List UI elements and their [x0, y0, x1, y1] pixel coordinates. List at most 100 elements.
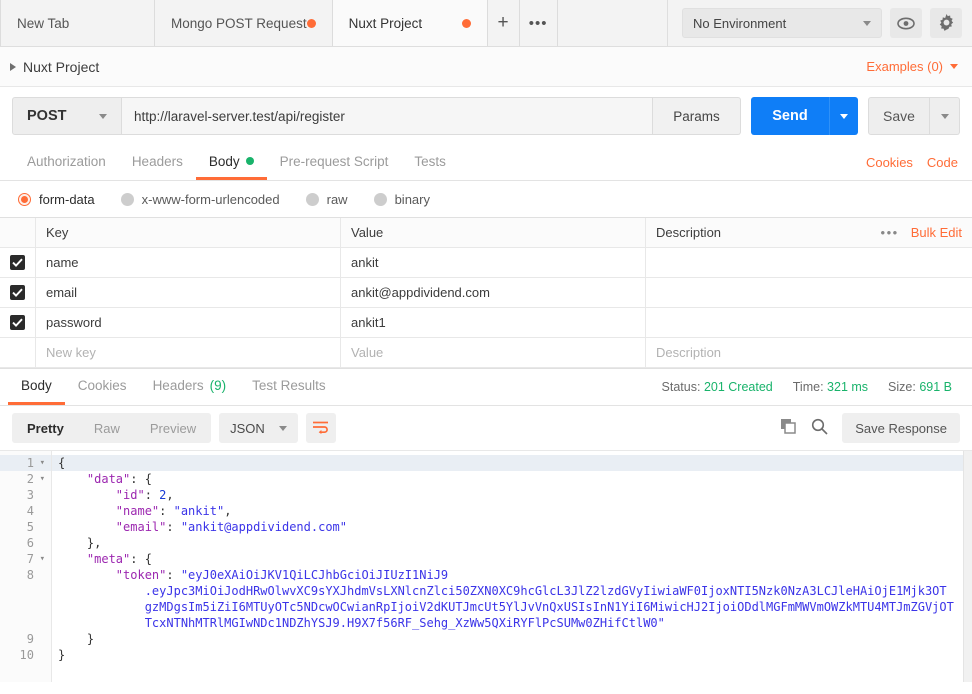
tab-label: Pre-request Script [279, 153, 389, 169]
tab-label: Mongo POST Request [171, 15, 307, 31]
tab-headers[interactable]: Headers [119, 145, 196, 180]
tab-label: Cookies [77, 377, 127, 393]
code-line: "token": "eyJ0eXAiOiJKV1QiLCJhbGciOiJIUz… [115, 568, 449, 582]
fold-toggle-icon[interactable]: ▾ [38, 455, 45, 471]
search-button[interactable] [811, 418, 828, 438]
column-header-value: Value [341, 218, 646, 247]
word-wrap-icon [312, 420, 329, 437]
cookies-link[interactable]: Cookies [866, 155, 913, 170]
code-link[interactable]: Code [927, 155, 958, 170]
line-number-gutter: 1 ▾ 2 ▾ 3 4 5 6 7 ▾ 8 9 10 [0, 451, 52, 682]
row-key-input[interactable]: password [36, 308, 341, 337]
tab-tests[interactable]: Tests [401, 145, 459, 180]
column-header-description-label: Description [656, 225, 722, 240]
line-number [0, 599, 51, 615]
response-tab-body[interactable]: Body [8, 368, 65, 405]
save-button[interactable]: Save [868, 97, 930, 135]
chevron-down-icon [99, 113, 107, 119]
tab-label: Nuxt Project [348, 15, 423, 31]
status-badge: 201 Created [703, 379, 773, 394]
row-value-input[interactable]: ankit [341, 248, 646, 277]
response-meta: Status: 201 Created Time: 321 ms Size: 6… [662, 368, 964, 405]
send-options-button[interactable] [829, 97, 858, 135]
response-viewer-toolbar: Pretty Raw Preview JSON Save Response [0, 406, 972, 450]
line-number: 1 ▾ [0, 455, 51, 471]
response-tab-cookies[interactable]: Cookies [65, 368, 140, 405]
response-body-viewer[interactable]: 1 ▾ 2 ▾ 3 4 5 6 7 ▾ 8 9 10 { "data": { "id": 2, "nam… [0, 450, 972, 682]
new-row-description-input[interactable]: Description [646, 338, 972, 367]
radio-unselected-icon [305, 192, 319, 206]
row-description-input[interactable] [646, 248, 972, 277]
tab-label: Headers [152, 377, 204, 393]
response-tab-headers[interactable]: Headers (9) [140, 368, 240, 405]
fold-toggle-icon[interactable]: ▾ [38, 551, 45, 567]
tab-authorization[interactable]: Authorization [14, 145, 119, 180]
environment-value: No Environment [693, 15, 787, 31]
expand-arrow-icon[interactable] [10, 62, 16, 71]
save-response-button[interactable]: Save Response [842, 413, 960, 443]
gear-icon [937, 13, 956, 33]
row-checkbox[interactable] [10, 285, 25, 300]
response-format-select[interactable]: JSON [219, 413, 298, 443]
row-description-input[interactable] [646, 308, 972, 337]
tab-nuxt-project[interactable]: Nuxt Project [332, 0, 488, 46]
body-type-form-data[interactable]: form-data [18, 192, 95, 207]
new-row-key-input[interactable]: New key [36, 338, 341, 367]
word-wrap-button[interactable] [305, 413, 336, 443]
view-mode-pretty[interactable]: Pretty [12, 413, 79, 443]
settings-button[interactable] [930, 8, 962, 38]
time-label: Time: [792, 379, 824, 394]
row-checkbox[interactable] [10, 315, 25, 330]
body-type-binary[interactable]: binary [373, 192, 430, 207]
environment-select[interactable]: No Environment [682, 8, 882, 38]
breadcrumb: Nuxt Project Examples (0) [0, 47, 972, 87]
save-options-button[interactable] [930, 97, 960, 135]
code-line: "id": 2, [115, 488, 174, 502]
chevron-down-icon [940, 113, 949, 119]
row-check-cell [0, 278, 36, 307]
code-line: "meta": { [86, 552, 152, 566]
code-line: { [52, 455, 972, 471]
radio-label: raw [326, 191, 348, 207]
body-type-raw[interactable]: raw [305, 191, 348, 207]
fold-toggle-icon[interactable]: ▾ [38, 471, 45, 487]
response-tab-test-results[interactable]: Test Results [239, 368, 339, 405]
tab-pre-request-script[interactable]: Pre-request Script [267, 145, 402, 180]
tab-mongo-post-request[interactable]: Mongo POST Request [155, 0, 333, 46]
view-mode-preview[interactable]: Preview [135, 413, 211, 443]
row-checkbox[interactable] [10, 255, 25, 270]
tab-overflow-menu-button[interactable]: ••• [519, 0, 558, 46]
view-mode-raw[interactable]: Raw [79, 413, 135, 443]
response-body-code[interactable]: { "data": { "id": 2, "name": "ankit", "e… [52, 451, 972, 682]
response-actions: Save Response [780, 413, 960, 443]
request-links: Cookies Code [866, 145, 958, 180]
row-value-input[interactable]: ankit@appdividend.com [341, 278, 646, 307]
body-present-dot-icon [245, 157, 254, 165]
params-button[interactable]: Params [653, 97, 741, 135]
tab-new-tab[interactable]: New Tab [0, 0, 155, 46]
row-key-input[interactable]: email [36, 278, 341, 307]
environment-quick-look-button[interactable] [890, 8, 922, 38]
tab-label: Test Results [252, 377, 326, 393]
body-type-x-www-form-urlencoded[interactable]: x-www-form-urlencoded [120, 192, 280, 207]
table-new-row: New key Value Description [0, 338, 972, 368]
row-key-input[interactable]: name [36, 248, 341, 277]
vertical-scrollbar[interactable] [963, 451, 972, 682]
row-description-input[interactable] [646, 278, 972, 307]
examples-dropdown[interactable]: Examples (0) [866, 59, 958, 74]
line-number: 7 ▾ [26, 551, 45, 567]
copy-icon [780, 419, 797, 438]
row-value-input[interactable]: ankit1 [341, 308, 646, 337]
url-input[interactable]: http://laravel-server.test/api/register [122, 97, 653, 135]
copy-button[interactable] [780, 418, 797, 438]
table-more-button[interactable]: ••• [881, 225, 899, 240]
http-method-select[interactable]: POST [12, 97, 122, 135]
new-row-value-input[interactable]: Value [341, 338, 646, 367]
bulk-edit-button[interactable]: Bulk Edit [911, 225, 962, 240]
tab-body[interactable]: Body [195, 145, 267, 180]
new-tab-button[interactable]: + [487, 0, 520, 46]
code-line: TcxNTNhMTRlMGIwNDc1NDZhYSJ9.H9X7f56RF_Se… [144, 616, 665, 630]
line-number: 8 [26, 568, 34, 582]
send-button[interactable]: Send [751, 97, 829, 135]
code-line: } [58, 632, 95, 646]
